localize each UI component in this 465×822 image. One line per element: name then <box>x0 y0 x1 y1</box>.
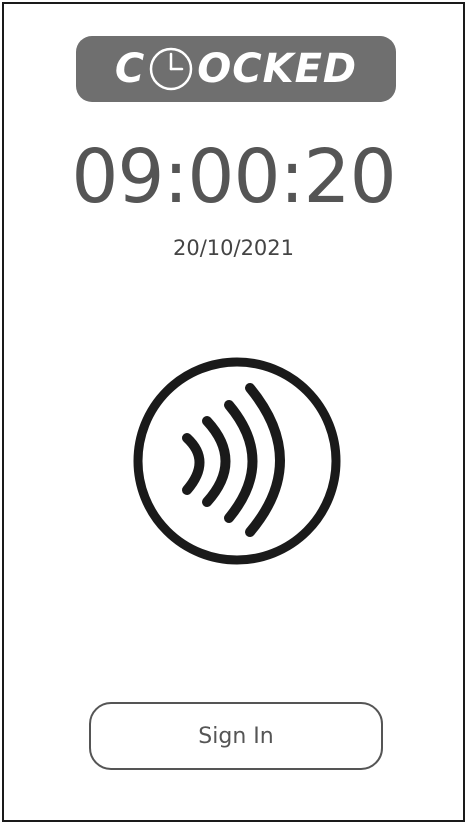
contactless-icon[interactable] <box>132 356 342 566</box>
logo-prefix: C <box>114 46 146 92</box>
app-frame: C OCKED 09:00:20 20/10/2021 Sign In <box>2 2 465 822</box>
sign-in-button[interactable]: Sign In <box>89 702 383 770</box>
logo-wordmark: C OCKED <box>115 45 357 93</box>
clock-icon <box>147 45 195 93</box>
current-date: 20/10/2021 <box>172 236 295 260</box>
current-time: 09:00:20 <box>71 134 396 220</box>
app-logo: C OCKED <box>76 36 396 102</box>
logo-suffix: OCKED <box>197 46 358 92</box>
